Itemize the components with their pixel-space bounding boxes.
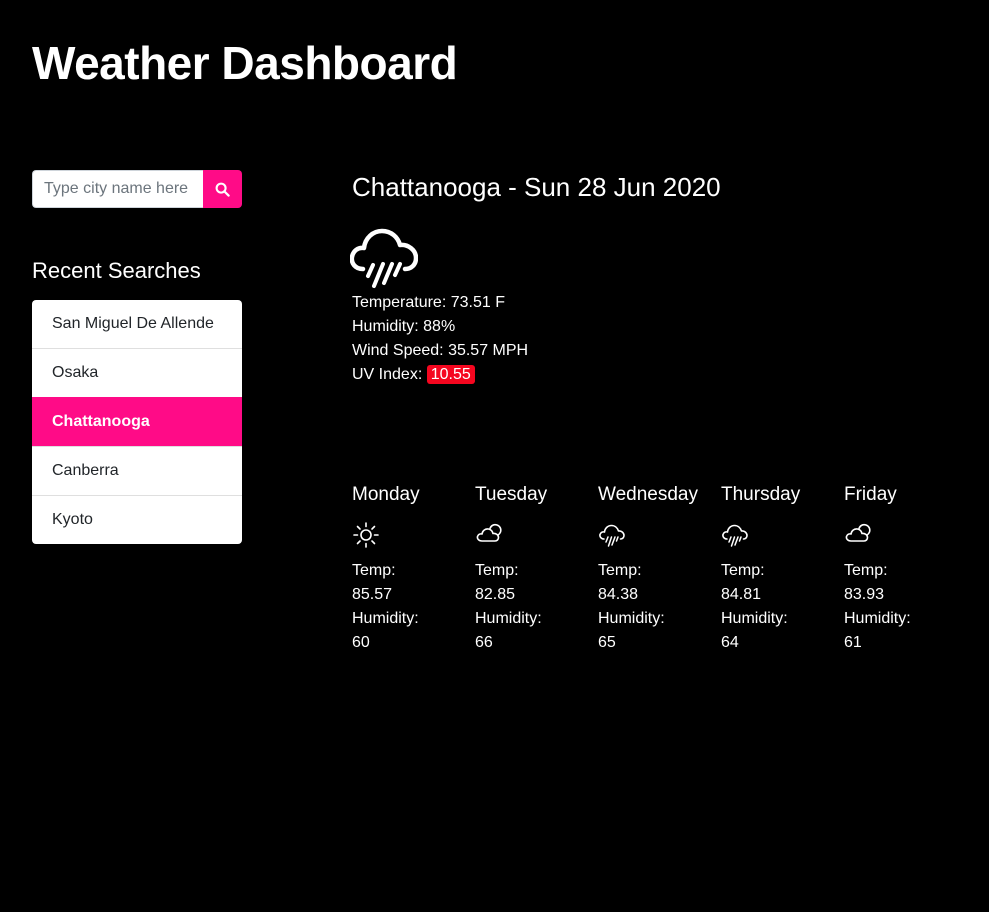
five-day-forecast: Monday Temp: 85.57 Humidity: 60 Tuesday … [352,482,967,655]
forecast-humidity-label: Humidity: [844,610,911,627]
partly-cloudy-icon [845,523,871,542]
search-icon [215,182,230,197]
forecast-humidity-value: 64 [721,634,739,651]
search-bar [32,170,242,208]
humidity-row: Humidity: 88% [352,315,528,339]
forecast-day-name: Thursday [721,484,801,505]
rain-cloud-icon [599,524,625,547]
forecast-humidity-label: Humidity: [598,610,665,627]
forecast-day: Friday Temp: 83.93 Humidity: 61 [844,482,967,655]
current-city-title: Chattanooga - Sun 28 Jun 2020 [352,172,721,202]
forecast-day: Wednesday Temp: 84.38 Humidity: 65 [598,482,721,655]
uv-index-row: UV Index: 10.55 [352,363,528,387]
forecast-day: Thursday Temp: 84.81 Humidity: 64 [721,482,844,655]
forecast-temp-value: 84.38 [598,586,639,603]
recent-searches-heading: Recent Searches [32,258,201,283]
forecast-day: Tuesday Temp: 82.85 Humidity: 66 [475,482,598,655]
recent-search-item[interactable]: Osaka [32,348,242,397]
wind-speed-label: Wind Speed: [352,342,444,359]
forecast-humidity-value: 61 [844,634,862,651]
wind-speed-value: 35.57 MPH [448,342,529,359]
rain-cloud-icon [722,524,748,547]
partly-cloudy-icon [476,523,502,542]
sun-icon [353,522,379,548]
search-input[interactable] [32,170,203,208]
forecast-humidity-label: Humidity: [721,610,788,627]
recent-search-item[interactable]: Canberra [32,446,242,495]
wind-speed-row: Wind Speed: 35.57 MPH [352,339,528,363]
humidity-value: 88% [423,318,456,335]
forecast-temp-label: Temp: [721,562,765,579]
forecast-humidity-value: 60 [352,634,370,651]
uv-index-badge: 10.55 [426,365,475,384]
forecast-humidity-label: Humidity: [352,610,419,627]
forecast-humidity-value: 65 [598,634,616,651]
recent-searches-list: San Miguel De Allende Osaka Chattanooga … [32,300,242,544]
rain-cloud-icon [350,228,418,288]
forecast-day-name: Wednesday [598,484,698,505]
recent-search-item[interactable]: Kyoto [32,495,242,544]
forecast-humidity-label: Humidity: [475,610,542,627]
forecast-humidity-value: 66 [475,634,493,651]
forecast-temp-label: Temp: [598,562,642,579]
forecast-temp-value: 85.57 [352,586,393,603]
forecast-temp-value: 83.93 [844,586,885,603]
temperature-value: 73.51 F [450,294,505,311]
forecast-day: Monday Temp: 85.57 Humidity: 60 [352,482,475,655]
forecast-day-name: Tuesday [475,484,548,505]
uv-index-label: UV Index: [352,366,423,383]
temperature-label: Temperature: [352,294,447,311]
forecast-temp-label: Temp: [475,562,519,579]
forecast-day-name: Friday [844,484,897,505]
current-conditions: Temperature: 73.51 F Humidity: 88% Wind … [352,291,528,387]
forecast-temp-label: Temp: [352,562,396,579]
page-title: Weather Dashboard [32,37,458,89]
forecast-temp-value: 82.85 [475,586,516,603]
recent-search-item[interactable]: Chattanooga [32,397,242,446]
temperature-row: Temperature: 73.51 F [352,291,528,315]
humidity-label: Humidity: [352,318,419,335]
forecast-day-name: Monday [352,484,420,505]
search-button[interactable] [203,170,242,208]
forecast-temp-value: 84.81 [721,586,762,603]
recent-search-item[interactable]: San Miguel De Allende [32,300,242,348]
forecast-temp-label: Temp: [844,562,888,579]
